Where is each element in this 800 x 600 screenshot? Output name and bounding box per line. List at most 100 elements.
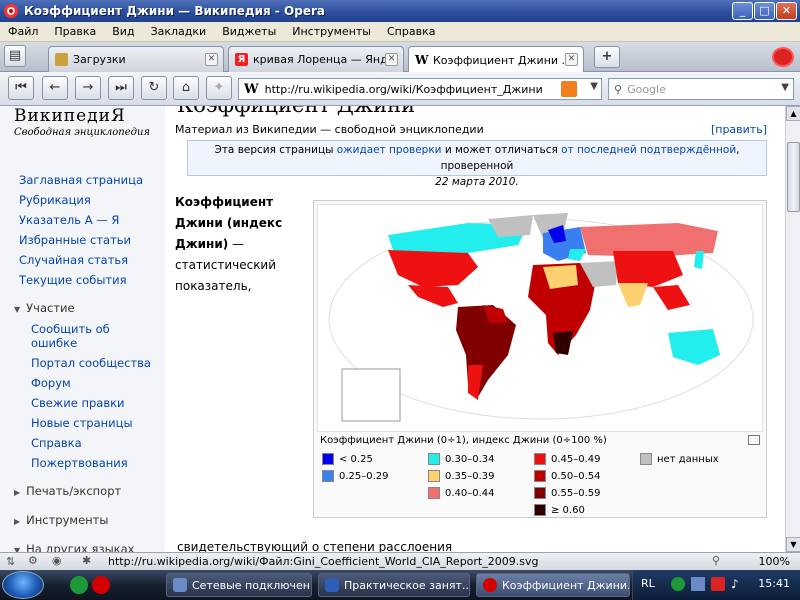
sidebar: ВикипедиЯ Свободная энциклопедия Заглавн… xyxy=(0,106,165,552)
legend-050-054: 0.50–0.54 xyxy=(534,470,601,482)
forward-icon[interactable]: → xyxy=(75,76,101,100)
status-bar: ⇅ ⚙ ◉ ✱ http://ru.wikipedia.org/wiki/Фай… xyxy=(0,552,800,570)
menu-file[interactable]: Файл xyxy=(0,25,46,38)
antivirus-tray-icon[interactable] xyxy=(711,577,725,591)
sidebar-item-forum[interactable]: Форум xyxy=(31,376,71,390)
sidebar-item-community[interactable]: Портал сообщества xyxy=(31,356,151,370)
participation-header[interactable]: ▼ Участие xyxy=(14,301,75,315)
close-tab-icon[interactable]: ✕ xyxy=(205,53,218,66)
gini-world-map[interactable] xyxy=(317,204,763,432)
new-tab-button[interactable]: + xyxy=(594,46,620,68)
rss-icon[interactable] xyxy=(561,81,577,97)
address-field[interactable]: W http://ru.wikipedia.org/wiki/Коэффицие… xyxy=(238,78,602,100)
maximize-button[interactable]: □ xyxy=(754,2,775,20)
sidebar-item-new-pages[interactable]: Новые страницы xyxy=(31,416,133,430)
wikipedia-icon: W xyxy=(415,52,429,67)
minimize-button[interactable]: _ xyxy=(732,2,753,20)
legend-swatch xyxy=(534,453,546,465)
close-tab-icon[interactable]: ✕ xyxy=(385,53,398,66)
reload-icon[interactable]: ↻ xyxy=(141,76,167,100)
panel-toggle-button[interactable]: ▤ xyxy=(4,45,26,67)
language-indicator[interactable]: RL xyxy=(641,577,655,590)
menu-help[interactable]: Справка xyxy=(379,25,443,38)
vertical-scrollbar[interactable]: ▲ ▼ xyxy=(785,106,800,552)
rewind-icon[interactable]: ⏮ xyxy=(8,76,34,100)
search-field[interactable]: ⚲ Google ▼ xyxy=(608,78,794,100)
pending-review-link[interactable]: ожидает проверки xyxy=(337,144,442,156)
clock: 15:41 xyxy=(758,577,790,590)
network-connections-icon xyxy=(173,578,187,592)
volume-icon[interactable]: ♪ xyxy=(731,577,739,591)
close-window-button[interactable]: ✕ xyxy=(776,2,797,20)
scroll-up-icon[interactable]: ▲ xyxy=(786,106,800,121)
fast-forward-icon[interactable]: ⏭ xyxy=(108,76,134,100)
sidebar-item-main-page[interactable]: Заглавная страница xyxy=(19,173,143,187)
wikipedia-icon: W xyxy=(244,81,259,97)
start-button[interactable] xyxy=(2,571,44,599)
chevron-down-icon[interactable]: ▼ xyxy=(590,81,598,92)
taskbar-network-connections[interactable]: Сетевые подключения xyxy=(166,573,312,597)
zoom-icon[interactable]: ⚲ xyxy=(712,554,720,567)
sidebar-item-current-events[interactable]: Текущие события xyxy=(19,273,127,287)
sidebar-item-featured[interactable]: Избранные статьи xyxy=(19,233,131,247)
edit-link[interactable]: [править] xyxy=(711,123,767,136)
close-tab-icon[interactable]: ✕ xyxy=(565,53,578,66)
chevron-down-icon[interactable]: ▼ xyxy=(781,82,789,93)
view-icon[interactable]: ◉ xyxy=(52,554,62,567)
sidebar-item-recent-changes[interactable]: Свежие правки xyxy=(31,396,125,410)
menu-widgets[interactable]: Виджеты xyxy=(214,25,284,38)
address-url[interactable]: http://ru.wikipedia.org/wiki/Коэффициент… xyxy=(265,83,543,96)
menu-tools[interactable]: Инструменты xyxy=(284,25,379,38)
taskbar-opera-window[interactable]: Коэффициент Джини... xyxy=(476,573,630,597)
tab-label: кривая Лоренца — Янд... xyxy=(253,53,399,66)
unite-icon[interactable]: ✱ xyxy=(82,554,91,567)
sidebar-item-categories[interactable]: Рубрикация xyxy=(19,193,91,207)
network-icon[interactable]: ⇅ xyxy=(6,555,15,568)
tab-label: Коэффициент Джини ... xyxy=(433,53,573,67)
sidebar-item-report-error-2[interactable]: ошибке xyxy=(31,336,77,350)
wand-icon[interactable]: ✦ xyxy=(206,76,232,100)
taskbar: Сетевые подключения Практическое занят..… xyxy=(0,570,800,600)
tools-header[interactable]: ▶ Инструменты xyxy=(14,513,108,527)
legend-ge-060: ≥ 0.60 xyxy=(534,504,585,516)
legend-lt-025: < 0.25 xyxy=(322,453,373,465)
enlarge-icon[interactable] xyxy=(748,435,760,445)
opera-logo-icon xyxy=(4,4,18,18)
menu-bar: Файл Правка Вид Закладки Виджеты Инструм… xyxy=(0,22,800,42)
zoom-level[interactable]: 100% xyxy=(759,555,790,568)
opera-icon[interactable] xyxy=(92,576,110,594)
legend-045-049: 0.45–0.49 xyxy=(534,453,601,465)
trash-icon[interactable] xyxy=(772,47,794,67)
menu-edit[interactable]: Правка xyxy=(46,25,104,38)
triangle-down-icon: ▼ xyxy=(14,305,21,314)
notice-date: 22 марта 2010. xyxy=(435,176,519,188)
sidebar-item-random[interactable]: Случайная статья xyxy=(19,253,128,267)
print-export-header[interactable]: ▶ Печать/экспорт xyxy=(14,484,121,498)
utorrent-icon[interactable] xyxy=(70,576,88,594)
menu-view[interactable]: Вид xyxy=(104,25,142,38)
article-text: свидетельствующий о степени расслоения xyxy=(177,540,453,552)
scroll-down-icon[interactable]: ▼ xyxy=(786,537,800,552)
tab-lorenz-curve[interactable]: Я кривая Лоренца — Янд... ✕ xyxy=(228,46,404,72)
scroll-thumb[interactable] xyxy=(787,142,800,212)
sidebar-item-index[interactable]: Указатель А — Я xyxy=(19,213,119,227)
sidebar-item-report-error[interactable]: Сообщить об xyxy=(31,322,110,336)
home-icon[interactable]: ⌂ xyxy=(173,76,199,100)
utorrent-tray-icon[interactable] xyxy=(671,577,685,591)
wikipedia-logo[interactable]: ВикипедиЯ xyxy=(14,106,126,126)
sidebar-item-donate[interactable]: Пожертвования xyxy=(31,456,128,470)
back-icon[interactable]: ← xyxy=(42,76,68,100)
sidebar-item-help[interactable]: Справка xyxy=(31,436,82,450)
page-title: Коэффициент Джини xyxy=(177,106,415,117)
tab-downloads[interactable]: Загрузки ✕ xyxy=(48,46,224,72)
network-tray-icon[interactable] xyxy=(691,577,705,591)
menu-bookmarks[interactable]: Закладки xyxy=(143,25,215,38)
legend-swatch xyxy=(640,453,652,465)
article-source: Материал из Википедии — свободной энцикл… xyxy=(175,123,484,136)
taskbar-word-document[interactable]: Практическое занят... xyxy=(318,573,470,597)
intro-rest: статистический показатель, xyxy=(175,258,277,293)
last-approved-link[interactable]: от последней подтверждённой xyxy=(561,144,736,156)
languages-header[interactable]: ▼ На других языках xyxy=(14,542,134,552)
settings-icon[interactable]: ⚙ xyxy=(28,554,38,567)
tab-gini-coefficient[interactable]: W Коэффициент Джини ... ✕ xyxy=(408,46,584,73)
